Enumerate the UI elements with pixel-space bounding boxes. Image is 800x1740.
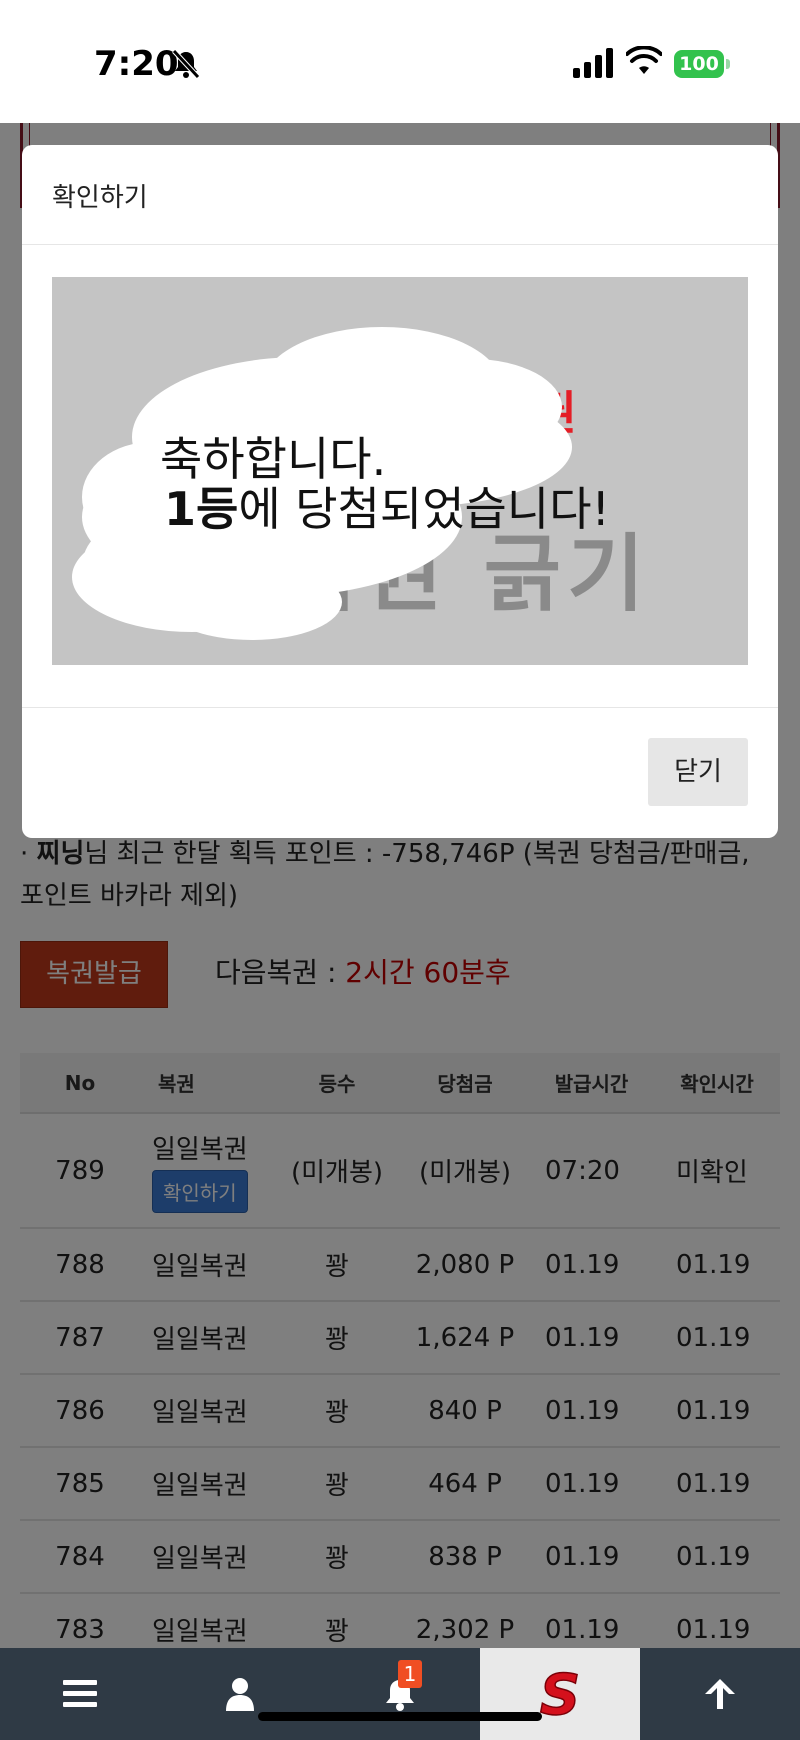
status-bar: 7:20 100 [0,0,800,123]
home-indicator [258,1712,542,1721]
status-time: 7:20 [94,44,179,84]
menu-icon [63,1680,97,1707]
nav-profile[interactable] [160,1648,320,1740]
modal-title: 확인하기 [52,183,148,213]
user-icon [226,1678,254,1711]
signal-icon [573,48,613,78]
arrow-up-icon [705,1679,735,1709]
scratch-card[interactable]: 복권 복권 긁기 축하합니다. 1등에 당첨되었습니다! [52,277,748,665]
battery-level: 100 [674,50,724,78]
site-logo: S [539,1666,581,1722]
modal-footer: 닫기 [22,707,778,838]
svg-text:S: S [540,1666,580,1722]
close-button[interactable]: 닫기 [648,738,748,806]
win-rank: 1등 [164,482,239,536]
notification-badge: 1 [398,1660,422,1688]
nav-scroll-top[interactable] [640,1648,800,1740]
bottom-navigation: 1 S [0,1648,800,1740]
nav-home-logo[interactable]: S [480,1648,640,1740]
battery-icon: 100 [674,50,730,78]
confirm-modal: 확인하기 복권 복권 긁기 축하합니다. 1등에 당첨되었습니다! 닫기 [22,145,778,838]
wifi-icon [626,46,662,74]
scratched-area [72,327,572,640]
win-message-line2: 1등에 당첨되었습니다! [164,482,610,536]
nav-menu[interactable] [0,1648,160,1740]
modal-header: 확인하기 [22,145,778,245]
bell-off-icon [172,49,200,79]
